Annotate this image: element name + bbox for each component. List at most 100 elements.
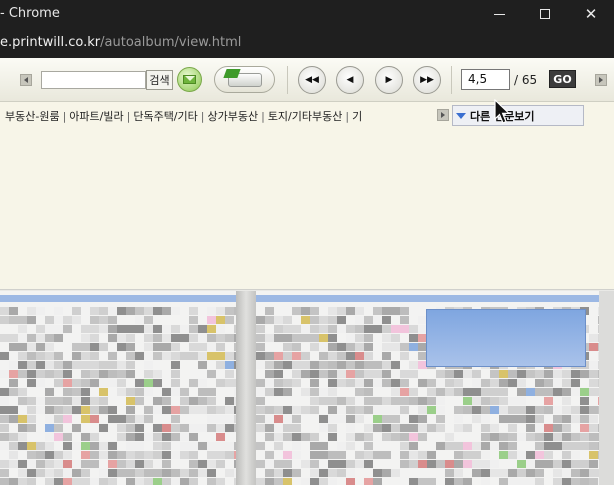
newsprint-block bbox=[499, 379, 508, 387]
last-page-button[interactable]: ▶▶ bbox=[413, 66, 441, 94]
category-link[interactable]: 기 bbox=[352, 110, 362, 123]
last-page-icon: ▶▶ bbox=[420, 75, 434, 85]
newsprint-block bbox=[355, 334, 364, 342]
newspaper-page-right[interactable] bbox=[256, 291, 607, 485]
newsprint-block bbox=[355, 451, 364, 459]
newsprint-block bbox=[337, 460, 346, 468]
newsprint-block bbox=[135, 325, 144, 333]
newsprint-block bbox=[364, 325, 373, 333]
first-page-button[interactable]: ◀◀ bbox=[298, 66, 326, 94]
newsprint-block bbox=[63, 415, 72, 423]
newsprint-block bbox=[445, 460, 454, 468]
newsprint-block bbox=[337, 325, 346, 333]
newsprint-block bbox=[562, 379, 571, 387]
maximize-button[interactable] bbox=[522, 0, 568, 28]
newsprint-block bbox=[216, 316, 225, 324]
category-link[interactable]: 상가부동산 bbox=[207, 110, 258, 123]
newsprint-block bbox=[418, 460, 427, 468]
newsprint-block bbox=[189, 469, 198, 477]
newsprint-block bbox=[135, 460, 144, 468]
newsprint-block bbox=[27, 307, 36, 315]
go-button[interactable]: GO bbox=[549, 70, 576, 88]
newsprint-block bbox=[144, 478, 153, 485]
newsprint-block bbox=[99, 397, 108, 405]
newsprint-block bbox=[382, 379, 391, 387]
newsprint-block bbox=[292, 361, 301, 369]
newsprint-block bbox=[436, 424, 445, 432]
category-link[interactable]: 토지/기타부동산 bbox=[268, 110, 343, 123]
newsprint-block bbox=[319, 442, 328, 450]
newsprint-block bbox=[571, 442, 580, 450]
search-button[interactable]: 검색 bbox=[146, 70, 173, 90]
address-bar[interactable]: e.printwill.co.kr/autoalbum/view.html bbox=[0, 28, 614, 58]
print-button[interactable] bbox=[214, 66, 275, 93]
newsprint-block bbox=[283, 424, 292, 432]
newsprint-block bbox=[328, 415, 337, 423]
category-link[interactable]: 아파트/빌라 bbox=[69, 110, 123, 123]
newspaper-page-left[interactable] bbox=[0, 291, 243, 485]
newsprint-block bbox=[580, 406, 589, 414]
newsprint-block bbox=[283, 334, 292, 342]
newsprint-block bbox=[400, 307, 409, 315]
newsprint-block bbox=[463, 424, 472, 432]
newsprint-block bbox=[207, 352, 216, 360]
newspaper-spread[interactable] bbox=[0, 289, 614, 485]
newsprint-block bbox=[355, 388, 364, 396]
scroll-right-button[interactable] bbox=[595, 74, 607, 86]
newsprint-block bbox=[355, 325, 364, 333]
email-button[interactable] bbox=[177, 67, 202, 92]
newsprint-block bbox=[144, 406, 153, 414]
newsprint-block bbox=[274, 460, 283, 468]
newsprint-block bbox=[126, 469, 135, 477]
newsprint-block bbox=[36, 469, 45, 477]
scroll-left-button[interactable] bbox=[20, 74, 32, 86]
newsprint-block bbox=[135, 478, 144, 485]
category-link[interactable]: 부동산-원룸 bbox=[5, 110, 60, 123]
newsprint-block bbox=[207, 370, 216, 378]
newsprint-block bbox=[180, 406, 189, 414]
newsprint-block bbox=[216, 406, 225, 414]
newsprint-block bbox=[481, 460, 490, 468]
category-link[interactable]: 단독주택/기타 bbox=[133, 110, 197, 123]
previous-page-button[interactable]: ◀ bbox=[336, 66, 364, 94]
newsprint-block bbox=[328, 478, 337, 485]
next-page-button[interactable]: ▶ bbox=[375, 66, 403, 94]
newsprint-block bbox=[265, 424, 274, 432]
newsprint-block bbox=[319, 325, 328, 333]
newsprint-block bbox=[580, 415, 589, 423]
url-text[interactable]: e.printwill.co.kr/autoalbum/view.html bbox=[0, 35, 241, 50]
newsprint-block bbox=[553, 424, 562, 432]
close-button[interactable]: ✕ bbox=[568, 0, 614, 28]
newsprint-block bbox=[265, 433, 274, 441]
newsprint-block bbox=[265, 451, 274, 459]
page-number-input[interactable]: 4,5 bbox=[461, 69, 510, 90]
newsprint-block bbox=[0, 316, 9, 324]
newsprint-block bbox=[310, 406, 319, 414]
other-papers-dropdown[interactable]: 다른 신문보기 bbox=[452, 105, 584, 126]
newsprint-block bbox=[108, 469, 117, 477]
category-more-button[interactable] bbox=[437, 109, 449, 121]
newsprint-block bbox=[36, 325, 45, 333]
newsprint-block bbox=[162, 424, 171, 432]
newsprint-block bbox=[18, 388, 27, 396]
newsprint-block bbox=[382, 352, 391, 360]
newsprint-block bbox=[256, 397, 265, 405]
newsprint-block bbox=[189, 316, 198, 324]
newsprint-block bbox=[454, 469, 463, 477]
newsprint-block bbox=[72, 361, 81, 369]
newsprint-block bbox=[0, 424, 9, 432]
newsprint-block bbox=[427, 460, 436, 468]
search-input[interactable] bbox=[41, 71, 146, 89]
newsprint-block bbox=[301, 307, 310, 315]
newsprint-block bbox=[562, 433, 571, 441]
newsprint-block bbox=[328, 451, 337, 459]
newsprint-block bbox=[9, 388, 18, 396]
newsprint-block bbox=[310, 316, 319, 324]
newsprint-block bbox=[310, 379, 319, 387]
newsprint-block bbox=[216, 433, 225, 441]
newsprint-block bbox=[27, 334, 36, 342]
next-page-icon: ▶ bbox=[385, 75, 393, 85]
newsprint-block bbox=[81, 406, 90, 414]
minimize-button[interactable] bbox=[476, 0, 522, 28]
newsprint-block bbox=[427, 424, 436, 432]
